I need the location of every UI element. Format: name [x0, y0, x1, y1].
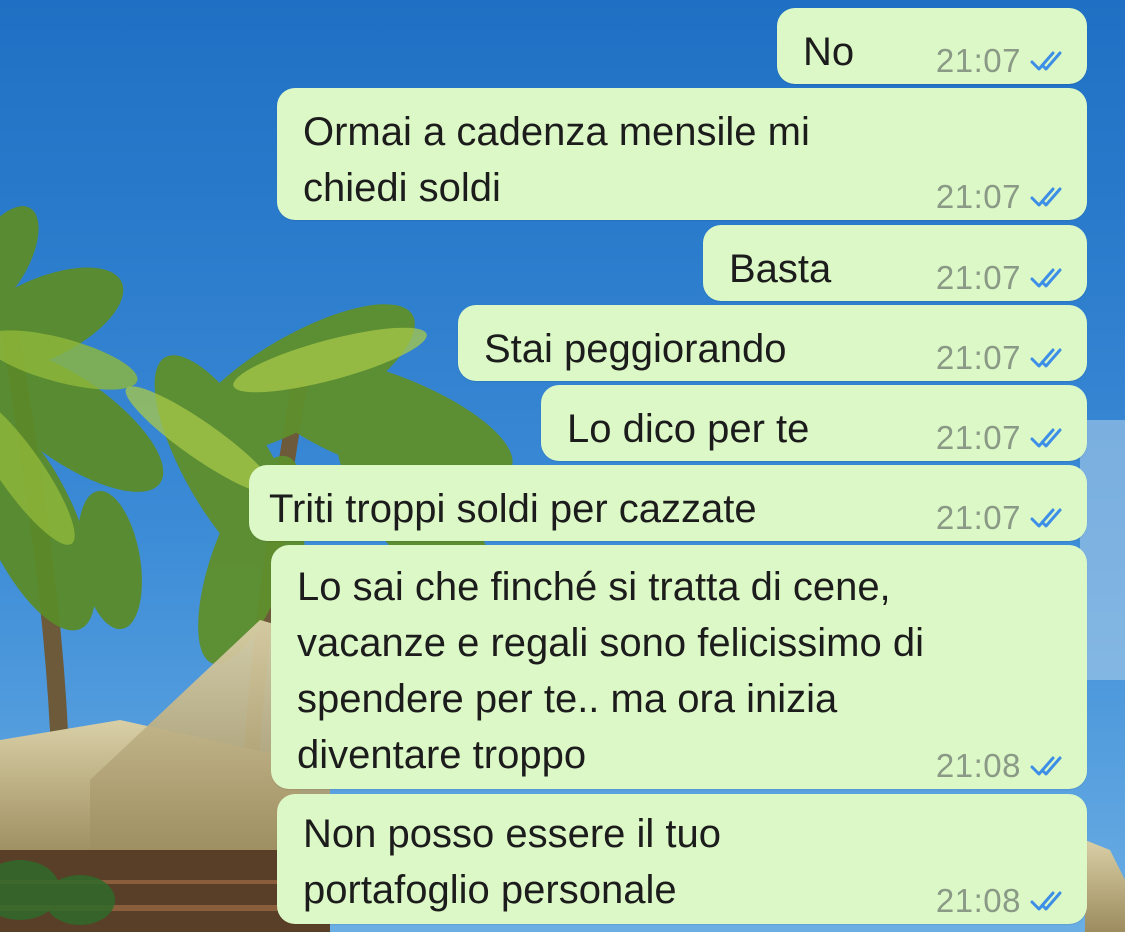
message-time: 21:08	[935, 747, 1021, 784]
message-meta: 21:07	[936, 419, 1073, 457]
message-list[interactable]: No 21:07 Ormai a cadenza mensile mi chie…	[0, 0, 1125, 932]
message-meta: 21:07	[936, 499, 1073, 537]
message-bubble[interactable]: Lo dico per te 21:07	[541, 385, 1087, 461]
double-check-read-icon	[1030, 187, 1062, 207]
message-bubble[interactable]: Triti troppi soldi per cazzate 21:07	[249, 465, 1087, 541]
double-check-read-icon	[1030, 428, 1062, 448]
double-check-read-icon	[1030, 268, 1062, 288]
double-check-read-icon	[1030, 348, 1062, 368]
message-bubble[interactable]: Non posso essere il tuo portafoglio pers…	[277, 794, 1087, 924]
message-time: 21:07	[935, 259, 1021, 296]
message-time: 21:07	[935, 178, 1021, 215]
double-check-read-icon	[1030, 508, 1062, 528]
message-time: 21:07	[935, 419, 1021, 456]
double-check-read-icon	[1030, 756, 1062, 776]
double-check-read-icon	[1030, 51, 1062, 71]
message-meta: 21:07	[936, 178, 1073, 216]
message-bubble[interactable]: Ormai a cadenza mensile mi chiedi soldi …	[277, 88, 1087, 220]
message-meta: 21:07	[936, 339, 1073, 377]
message-meta: 21:07	[936, 42, 1073, 80]
message-bubble[interactable]: Stai peggiorando 21:07	[458, 305, 1087, 381]
message-bubble[interactable]: Basta 21:07	[703, 225, 1087, 301]
message-time: 21:07	[935, 339, 1021, 376]
message-time: 21:07	[935, 42, 1021, 79]
message-bubble[interactable]: No 21:07	[777, 8, 1087, 84]
message-meta: 21:08	[936, 747, 1073, 785]
double-check-read-icon	[1030, 891, 1062, 911]
message-meta: 21:07	[936, 259, 1073, 297]
message-time: 21:07	[935, 499, 1021, 536]
message-bubble[interactable]: Lo sai che finché si tratta di cene, vac…	[271, 545, 1087, 789]
message-time: 21:08	[935, 882, 1021, 919]
message-meta: 21:08	[936, 882, 1073, 920]
